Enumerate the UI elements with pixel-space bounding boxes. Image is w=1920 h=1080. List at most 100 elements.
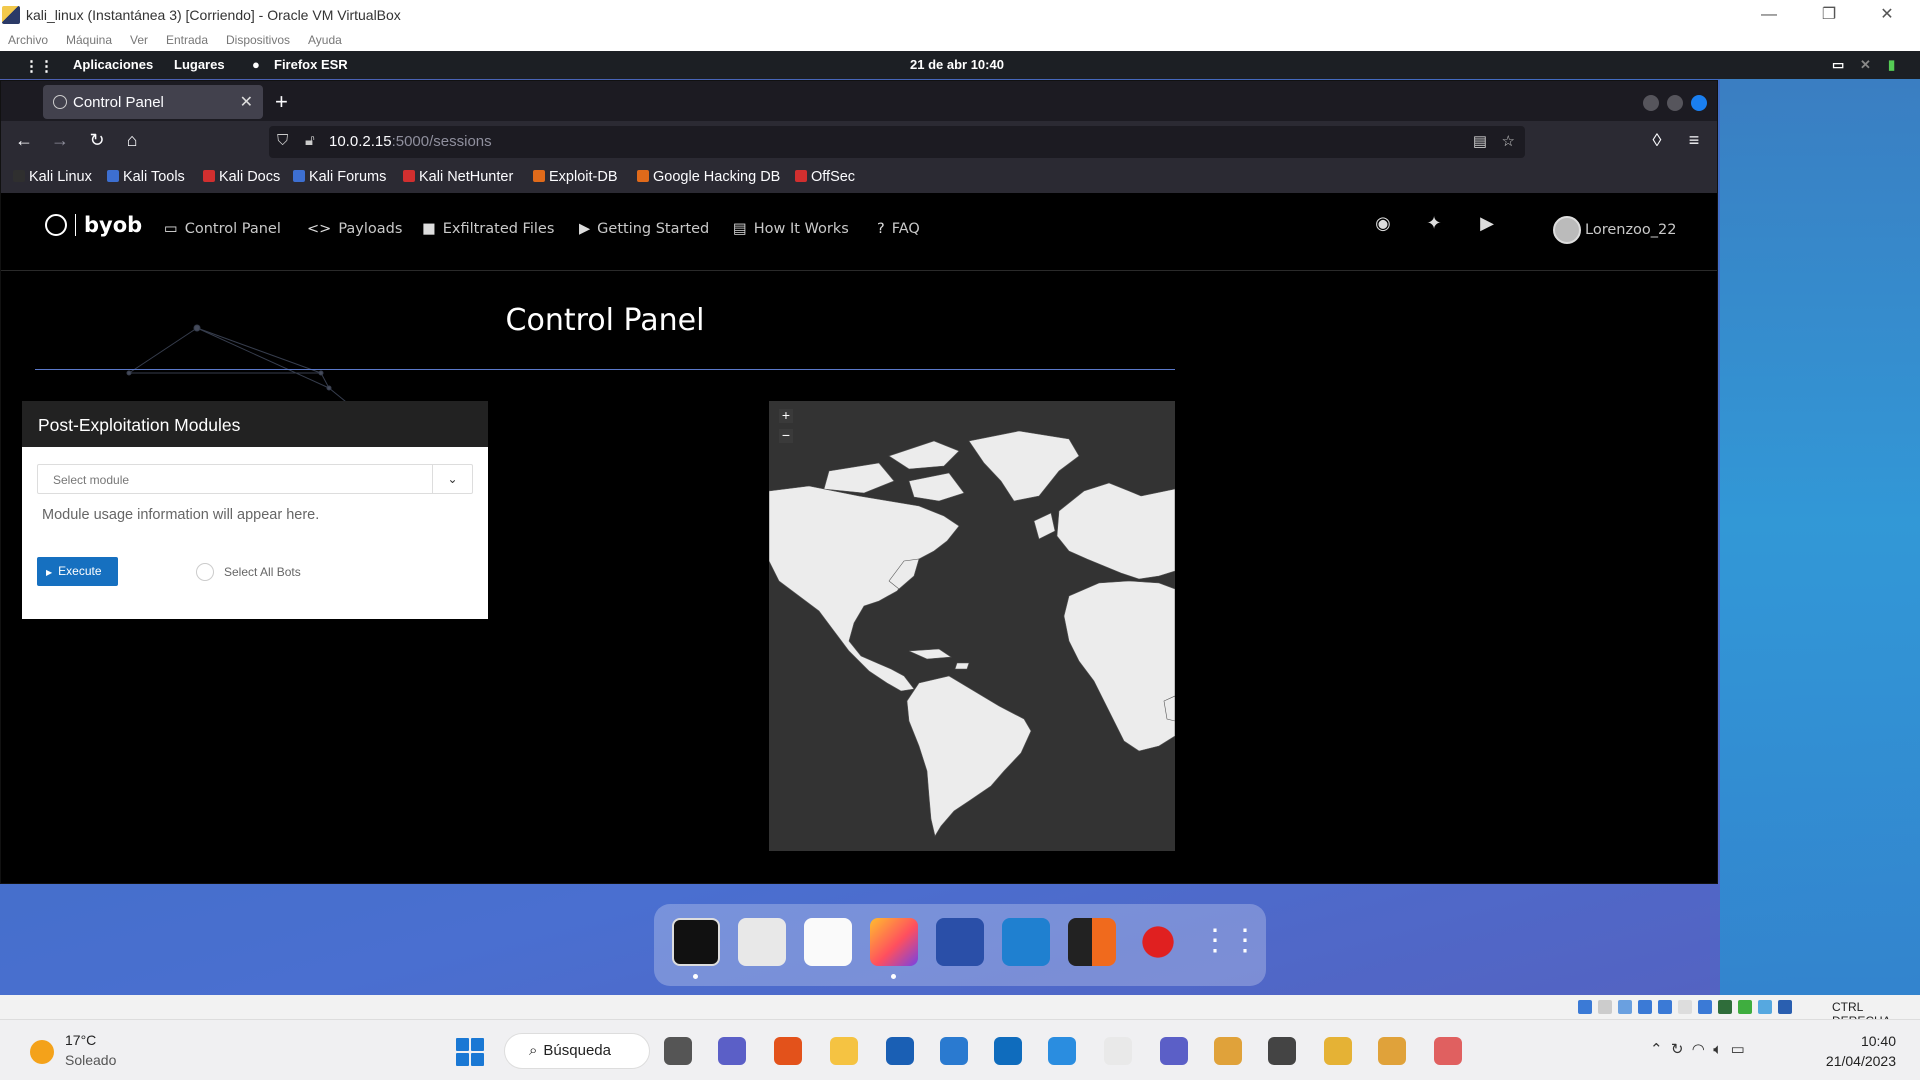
bookmark-kali-forums[interactable]: Kali Forums xyxy=(293,169,386,185)
menu-maquina[interactable]: Máquina xyxy=(66,33,112,47)
byob-logo[interactable]: byob xyxy=(45,213,142,237)
firefox-dock-icon[interactable] xyxy=(870,918,918,966)
sun-icon[interactable] xyxy=(30,1040,54,1064)
user-menu[interactable]: Lorenzoo_22 xyxy=(1553,216,1677,244)
new-tab-icon[interactable]: + xyxy=(275,89,288,115)
menu-dispositivos[interactable]: Dispositivos xyxy=(226,33,290,47)
ff-minimize-button[interactable] xyxy=(1643,95,1659,111)
system-tray[interactable]: ⌃ ↻ ◠ 🔈︎ ▭ xyxy=(1650,1040,1745,1058)
reload-icon[interactable]: ↻ xyxy=(85,130,109,151)
mouse-integration-icon[interactable] xyxy=(1758,1000,1772,1014)
cherrytree-icon[interactable] xyxy=(1134,918,1182,966)
show-apps-icon[interactable]: ⋮⋮ xyxy=(1200,918,1260,966)
github-icon[interactable]: ◉ xyxy=(1371,213,1395,237)
home-icon[interactable]: ⌂ xyxy=(120,130,144,151)
world-map[interactable]: + − xyxy=(769,401,1175,851)
volume-muted-icon[interactable]: ✕ xyxy=(1860,57,1871,73)
url-bar[interactable]: ⛉ 🔓︎ 10.0.2.15:5000/sessions ▤ ☆ xyxy=(269,126,1525,158)
menu-entrada[interactable]: Entrada xyxy=(166,33,208,47)
execute-button[interactable]: ▶ Execute xyxy=(37,557,118,586)
chrome-icon[interactable] xyxy=(1214,1037,1242,1065)
bookmark-kali-tools[interactable]: Kali Tools xyxy=(107,169,185,185)
nav-exfiltrated-files[interactable]: ■ Exfiltrated Files xyxy=(422,221,554,237)
menu-archivo[interactable]: Archivo xyxy=(8,33,48,47)
bookmark-google-hacking-db[interactable]: Google Hacking DB xyxy=(637,169,780,185)
bookmark-kali-linux[interactable]: Kali Linux xyxy=(13,169,92,185)
matlab-icon[interactable] xyxy=(774,1037,802,1065)
twitter-icon[interactable]: ✦ xyxy=(1422,213,1446,237)
screen-icon[interactable]: ▭ xyxy=(1832,57,1844,73)
reader-view-icon[interactable]: ▤ xyxy=(1473,132,1487,150)
weather-condition[interactable]: Soleado xyxy=(65,1052,116,1068)
audio-icon[interactable] xyxy=(1618,1000,1632,1014)
recording-icon[interactable] xyxy=(1718,1000,1732,1014)
applications-menu[interactable]: Aplicaciones xyxy=(73,57,153,72)
taskbar-search[interactable]: ⌕ Búsqueda xyxy=(504,1033,650,1069)
mail-icon[interactable] xyxy=(940,1037,968,1065)
display-icon[interactable] xyxy=(1698,1000,1712,1014)
menu-ver[interactable]: Ver xyxy=(130,33,148,47)
nav-faq[interactable]: ? FAQ xyxy=(877,221,920,237)
zoom-out-button[interactable]: − xyxy=(779,428,793,443)
weather-temperature[interactable]: 17°C xyxy=(65,1032,96,1048)
bookmark-star-icon[interactable]: ☆ xyxy=(1502,132,1515,150)
taskbar-clock[interactable]: 10:40 21/04/2023 xyxy=(1816,1031,1896,1071)
nav-payloads[interactable]: <> Payloads xyxy=(307,221,402,237)
teams-icon[interactable] xyxy=(1160,1037,1188,1065)
ff-close-button[interactable] xyxy=(1691,95,1707,111)
metasploit-icon[interactable] xyxy=(936,918,984,966)
burpsuite-icon[interactable] xyxy=(1068,918,1116,966)
teams-chat-icon[interactable] xyxy=(718,1037,746,1065)
close-button[interactable]: ✕ xyxy=(1864,2,1910,28)
tab-control-panel[interactable]: Control Panel ✕ xyxy=(43,85,263,119)
text-editor-icon[interactable] xyxy=(804,918,852,966)
store-icon[interactable] xyxy=(886,1037,914,1065)
minimize-button[interactable]: — xyxy=(1746,2,1792,28)
file-explorer-icon[interactable] xyxy=(830,1037,858,1065)
vscode-icon[interactable] xyxy=(1048,1037,1076,1065)
virtualbox-taskbar-icon[interactable] xyxy=(1268,1037,1296,1065)
chevron-down-icon[interactable]: ⌄ xyxy=(432,465,472,493)
select-all-radio[interactable] xyxy=(196,563,214,581)
hdd-icon[interactable] xyxy=(1578,1000,1592,1014)
pocket-icon[interactable]: ◊ xyxy=(1645,130,1669,151)
ff-maximize-button[interactable] xyxy=(1667,95,1683,111)
bookmark-exploit-db[interactable]: Exploit-DB xyxy=(533,169,618,185)
terminal-icon[interactable] xyxy=(672,918,720,966)
slack-icon[interactable] xyxy=(1104,1037,1132,1065)
bookmark-kali-nethunter[interactable]: Kali NetHunter xyxy=(403,169,513,185)
zoom-in-button[interactable]: + xyxy=(779,408,793,423)
vt-x-icon[interactable] xyxy=(1738,1000,1752,1014)
chrome-profile-icon[interactable] xyxy=(1378,1037,1406,1065)
nav-how-it-works[interactable]: ▤ How It Works xyxy=(733,221,849,237)
menu-icon[interactable]: ≡ xyxy=(1682,130,1706,151)
shared-folders-icon[interactable] xyxy=(1678,1000,1692,1014)
usb-icon[interactable] xyxy=(1658,1000,1672,1014)
start-button[interactable] xyxy=(456,1038,484,1066)
back-icon[interactable]: ← xyxy=(12,130,36,151)
app-grid-icon[interactable]: ⋮⋮ xyxy=(24,57,54,75)
module-select[interactable]: Select module ⌄ xyxy=(37,464,473,494)
lock-icon[interactable]: 🔓︎ xyxy=(305,132,315,149)
shield-icon[interactable]: ⛉ xyxy=(277,132,288,149)
network-icon[interactable] xyxy=(1638,1000,1652,1014)
forward-icon[interactable]: → xyxy=(48,130,72,151)
task-view-icon[interactable] xyxy=(664,1037,692,1065)
bookmark-kali-docs[interactable]: Kali Docs xyxy=(203,169,280,185)
snipping-tool-icon[interactable] xyxy=(1434,1037,1462,1065)
wireshark-icon[interactable] xyxy=(1002,918,1050,966)
places-menu[interactable]: Lugares xyxy=(174,57,225,72)
tab-close-icon[interactable]: ✕ xyxy=(240,92,253,112)
kali-clock[interactable]: 21 de abr 10:40 xyxy=(910,57,1004,72)
files-icon[interactable] xyxy=(738,918,786,966)
optical-icon[interactable] xyxy=(1598,1000,1612,1014)
youtube-icon[interactable]: ▶ xyxy=(1475,213,1499,237)
kali-vm-icon[interactable] xyxy=(1324,1037,1352,1065)
nav-getting-started[interactable]: ▶ Getting Started xyxy=(579,221,709,237)
bookmark-offsec[interactable]: OffSec xyxy=(795,169,855,185)
restore-button[interactable]: ❐ xyxy=(1806,2,1852,28)
keyboard-capture-icon[interactable] xyxy=(1778,1000,1792,1014)
battery-icon[interactable]: ▮ xyxy=(1888,57,1895,73)
active-app-label[interactable]: Firefox ESR xyxy=(274,57,348,72)
menu-ayuda[interactable]: Ayuda xyxy=(308,33,342,47)
